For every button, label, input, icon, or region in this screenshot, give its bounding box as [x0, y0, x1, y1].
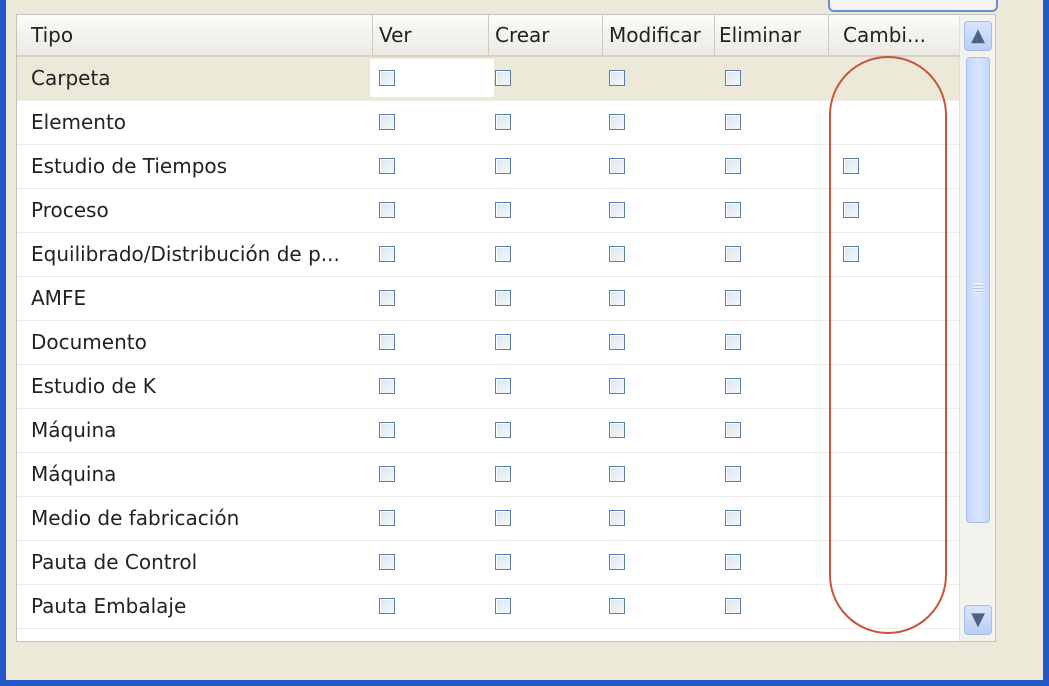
row-type-label: Máquina	[31, 462, 117, 486]
checkbox-eliminar[interactable]	[725, 114, 741, 130]
table-row[interactable]: Medio de fabricación	[17, 497, 959, 541]
dialog-button-partial[interactable]	[828, 0, 998, 12]
table-row[interactable]: Máquina	[17, 453, 959, 497]
checkbox-ver[interactable]	[379, 378, 395, 394]
checkbox-ver[interactable]	[379, 114, 395, 130]
highlight-annotation	[829, 56, 947, 634]
checkbox-crear[interactable]	[495, 70, 511, 86]
table-row[interactable]: Documento	[17, 321, 959, 365]
checkbox-ver[interactable]	[379, 246, 395, 262]
table-row[interactable]: Elemento	[17, 101, 959, 145]
row-type-label: AMFE	[31, 286, 87, 310]
checkbox-eliminar[interactable]	[725, 290, 741, 306]
column-header-modificar[interactable]: Modificar	[603, 15, 715, 55]
checkbox-crear[interactable]	[495, 378, 511, 394]
row-type-label: Máquina	[31, 418, 117, 442]
column-header-ver[interactable]: Ver	[373, 15, 489, 55]
checkbox-crear[interactable]	[495, 290, 511, 306]
row-type-label: Equilibrado/Distribución de p...	[31, 242, 340, 266]
grid-header: Tipo Ver Crear Modificar Eliminar Cambi.…	[17, 15, 959, 57]
checkbox-eliminar[interactable]	[725, 554, 741, 570]
window-frame: Tipo Ver Crear Modificar Eliminar Cambi.…	[0, 0, 1049, 686]
checkbox-crear[interactable]	[495, 114, 511, 130]
checkbox-crear[interactable]	[495, 422, 511, 438]
column-header-tipo[interactable]: Tipo	[17, 15, 373, 55]
table-row[interactable]: Proceso	[17, 189, 959, 233]
checkbox-ver[interactable]	[379, 422, 395, 438]
table-row[interactable]: Pauta de Control	[17, 541, 959, 585]
table-row[interactable]: AMFE	[17, 277, 959, 321]
row-type-label: Elemento	[31, 110, 127, 134]
checkbox-eliminar[interactable]	[725, 510, 741, 526]
grip-icon	[973, 283, 983, 293]
checkbox-ver[interactable]	[379, 466, 395, 482]
checkbox-ver[interactable]	[379, 334, 395, 350]
row-type-label: Proceso	[31, 198, 109, 222]
scroll-thumb[interactable]	[966, 57, 990, 523]
table-row[interactable]	[17, 629, 959, 641]
checkbox-modificar[interactable]	[609, 598, 625, 614]
checkbox-eliminar[interactable]	[725, 246, 741, 262]
checkbox-eliminar[interactable]	[725, 466, 741, 482]
checkbox-modificar[interactable]	[609, 510, 625, 526]
checkbox-modificar[interactable]	[609, 422, 625, 438]
checkbox-modificar[interactable]	[609, 466, 625, 482]
table-row[interactable]: Máquina	[17, 409, 959, 453]
chevron-down-icon[interactable]: ▼	[964, 605, 992, 635]
column-header-crear[interactable]: Crear	[489, 15, 603, 55]
checkbox-crear[interactable]	[495, 334, 511, 350]
checkbox-crear[interactable]	[495, 554, 511, 570]
checkbox-ver[interactable]	[379, 554, 395, 570]
row-type-label: Pauta de Control	[31, 550, 198, 574]
checkbox-ver[interactable]	[379, 598, 395, 614]
row-type-label: Documento	[31, 330, 147, 354]
column-header-eliminar[interactable]: Eliminar	[715, 15, 829, 55]
checkbox-ver[interactable]	[379, 510, 395, 526]
checkbox-modificar[interactable]	[609, 334, 625, 350]
checkbox-modificar[interactable]	[609, 246, 625, 262]
checkbox-crear[interactable]	[495, 158, 511, 174]
checkbox-ver[interactable]	[379, 158, 395, 174]
checkbox-crear[interactable]	[495, 598, 511, 614]
checkbox-eliminar[interactable]	[725, 334, 741, 350]
checkbox-modificar[interactable]	[609, 202, 625, 218]
row-type-label: Estudio de Tiempos	[31, 154, 228, 178]
checkbox-crear[interactable]	[495, 202, 511, 218]
checkbox-eliminar[interactable]	[725, 378, 741, 394]
row-type-label: Estudio de K	[31, 374, 156, 398]
table-row[interactable]: Equilibrado/Distribución de p...	[17, 233, 959, 277]
checkbox-eliminar[interactable]	[725, 422, 741, 438]
checkbox-modificar[interactable]	[609, 554, 625, 570]
checkbox-modificar[interactable]	[609, 114, 625, 130]
checkbox-modificar[interactable]	[609, 378, 625, 394]
checkbox-eliminar[interactable]	[725, 70, 741, 86]
table-row[interactable]: Estudio de K	[17, 365, 959, 409]
checkbox-ver[interactable]	[379, 290, 395, 306]
checkbox-eliminar[interactable]	[725, 598, 741, 614]
checkbox-modificar[interactable]	[609, 290, 625, 306]
vertical-scrollbar[interactable]: ▲ ▼	[959, 15, 995, 641]
checkbox-eliminar[interactable]	[725, 202, 741, 218]
table-row[interactable]: Pauta Embalaje	[17, 585, 959, 629]
table-row[interactable]: Estudio de Tiempos	[17, 145, 959, 189]
row-type-label: Medio de fabricación	[31, 506, 240, 530]
checkbox-modificar[interactable]	[609, 158, 625, 174]
checkbox-ver[interactable]	[379, 70, 395, 86]
checkbox-modificar[interactable]	[609, 70, 625, 86]
row-type-label: Pauta Embalaje	[31, 594, 187, 618]
table-row[interactable]: Carpeta	[17, 57, 959, 101]
chevron-up-icon[interactable]: ▲	[964, 21, 992, 51]
column-header-cambiar[interactable]: Cambi...	[829, 15, 959, 55]
checkbox-ver[interactable]	[379, 202, 395, 218]
checkbox-crear[interactable]	[495, 466, 511, 482]
checkbox-crear[interactable]	[495, 510, 511, 526]
checkbox-crear[interactable]	[495, 246, 511, 262]
row-type-label: Carpeta	[31, 66, 111, 90]
checkbox-eliminar[interactable]	[725, 158, 741, 174]
